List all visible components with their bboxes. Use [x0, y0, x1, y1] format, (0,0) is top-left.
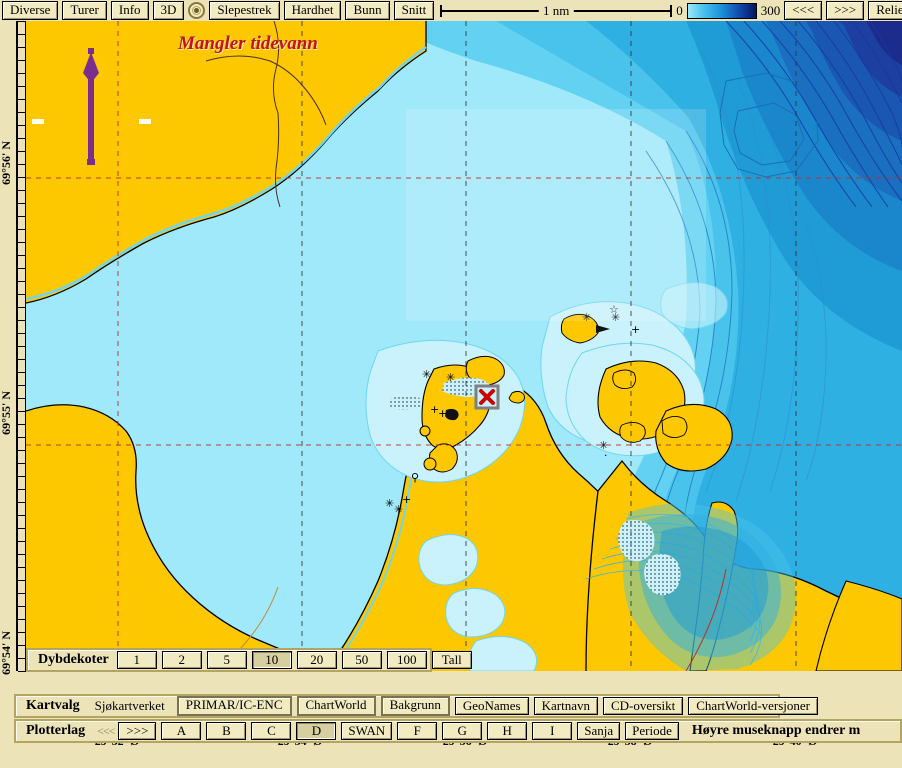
chart-frame: 69°56' N 69°55' N 69°54' N ✳ ✳ + + ✳ ✳ +…	[0, 21, 902, 748]
svg-text:+: +	[438, 407, 447, 420]
plotterlag-option-i[interactable]: I	[532, 722, 573, 740]
kartvalg-option-bakgrunn[interactable]: Bakgrunn	[380, 696, 450, 716]
kartvalg-option-geonames[interactable]: GeoNames	[454, 697, 529, 715]
kartvalg-option-primar-ic-enc[interactable]: PRIMAR/IC-ENC	[176, 696, 292, 716]
compass-icon[interactable]	[188, 2, 206, 19]
plotterlag-option-h[interactable]: H	[487, 722, 528, 740]
depth-legend-min: 0	[676, 2, 683, 18]
toolbar-next-button[interactable]: >>>	[826, 1, 865, 20]
dybdekoter-option-tall[interactable]: Tall	[431, 651, 472, 669]
toolbar-button-relieff[interactable]: Relieff	[868, 1, 902, 20]
toolbar-button-bunn[interactable]: Bunn	[345, 1, 390, 20]
depth-gradient-legend	[686, 2, 757, 19]
plotterlag-option-d[interactable]: D	[296, 722, 337, 740]
dybdekoter-title: Dybdekoter	[38, 652, 109, 667]
tide-warning-label: Mangler tidevann	[178, 33, 318, 54]
top-toolbar: Diverse Turer Info 3D Slepestrek Hardhet…	[0, 0, 902, 21]
toolbar-button-slepestrek[interactable]: Slepestrek	[209, 1, 280, 20]
plotterlag-hint: Høyre museknapp endrer m	[691, 723, 861, 738]
scale-bar: 1 nm	[440, 2, 673, 19]
plotterlag-prev-button[interactable]: <<<	[93, 724, 118, 739]
svg-text:✳: ✳	[446, 371, 455, 384]
svg-text:✳: ✳	[422, 368, 431, 381]
nautical-chart-map[interactable]: ✳ ✳ + + ✳ ✳ + ⚲ ☆ ✳ ✳ + ✳ · Mangler tide…	[26, 21, 902, 671]
toolbar-button-3d[interactable]: 3D	[152, 1, 185, 20]
kartvalg-option-chartworld-versjoner[interactable]: ChartWorld-versjoner	[688, 697, 819, 715]
toolbar-button-hardhet[interactable]: Hardhet	[283, 1, 342, 20]
plotterlag-option-periode[interactable]: Periode	[625, 722, 679, 740]
plotterlag-option-c[interactable]: C	[251, 722, 292, 740]
depth-legend-max: 300	[760, 2, 781, 18]
plotterlag-title: Plotterlag	[26, 723, 86, 738]
dybdekoter-option-5[interactable]: 5	[206, 651, 247, 669]
svg-text:✳: ✳	[385, 497, 394, 510]
red-x-marker	[474, 384, 500, 410]
plotterlag-option-swan[interactable]: SWAN	[341, 722, 393, 740]
dybdekoter-option-100[interactable]: 100	[386, 651, 427, 669]
dybdekoter-panel: Dybdekoter 1 2 5 10 20 50 100 Tall	[26, 648, 472, 672]
toolbar-button-diverse[interactable]: Diverse	[2, 1, 59, 20]
dybdekoter-option-20[interactable]: 20	[296, 651, 337, 669]
svg-text:+: +	[631, 323, 640, 336]
toolbar-button-snitt[interactable]: Snitt	[393, 1, 435, 20]
kartvalg-option-chartworld[interactable]: ChartWorld	[296, 696, 376, 716]
toolbar-button-info[interactable]: Info	[110, 1, 149, 20]
scale-bar-cap-right	[670, 5, 673, 17]
kartvalg-title: Kartvalg	[26, 698, 80, 713]
latitude-ruler: 69°56' N 69°55' N 69°54' N	[0, 21, 28, 675]
kartvalg-option-kartnavn[interactable]: Kartnavn	[533, 697, 598, 715]
kartvalg-option-sjokartverket[interactable]: Sjøkartverket	[88, 698, 172, 714]
kartvalg-option-cd-oversikt[interactable]: CD-oversikt	[602, 697, 684, 715]
svg-text:·: ·	[604, 449, 608, 462]
dybdekoter-option-50[interactable]: 50	[341, 651, 382, 669]
plotterlag-option-b[interactable]: B	[206, 722, 247, 740]
plotterlag-next-button[interactable]: >>>	[118, 722, 157, 740]
plotterlag-option-f[interactable]: F	[397, 722, 438, 740]
toolbar-prev-button[interactable]: <<<	[784, 1, 823, 20]
svg-text:⚲: ⚲	[411, 471, 419, 484]
plotterlag-panel: Plotterlag <<< >>> A B C D SWAN F G H I …	[14, 719, 902, 743]
plotterlag-option-a[interactable]: A	[161, 722, 202, 740]
dybdekoter-option-1[interactable]: 1	[116, 651, 157, 669]
dybdekoter-option-10[interactable]: 10	[251, 651, 292, 669]
plotterlag-option-sanja[interactable]: Sanja	[577, 722, 621, 740]
plotterlag-option-g[interactable]: G	[442, 722, 483, 740]
scale-bar-cap-left	[440, 5, 443, 17]
dybdekoter-option-2[interactable]: 2	[161, 651, 202, 669]
latitude-tick-band	[16, 21, 28, 672]
scale-bar-label: 1 nm	[539, 2, 574, 19]
kartvalg-panel: Kartvalg Sjøkartverket PRIMAR/IC-ENC Cha…	[14, 694, 819, 718]
toolbar-button-turer[interactable]: Turer	[62, 1, 107, 20]
svg-text:+: +	[402, 493, 411, 506]
